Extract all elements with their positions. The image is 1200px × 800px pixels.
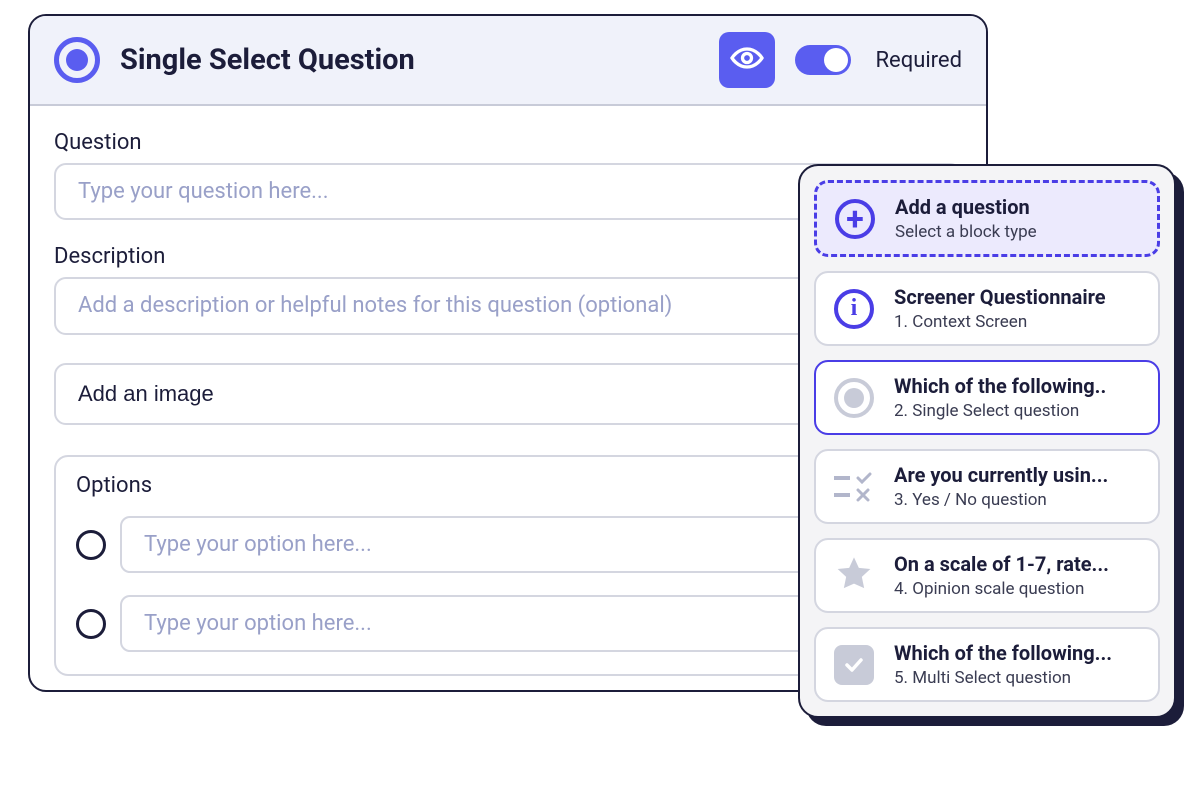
block-yes-no[interactable]: Are you currently usin... 3. Yes / No qu… bbox=[814, 449, 1160, 524]
eye-icon bbox=[729, 40, 765, 80]
radio-icon[interactable] bbox=[76, 530, 106, 560]
block-title: Which of the following.. bbox=[894, 374, 1106, 399]
block-title: Which of the following... bbox=[894, 641, 1112, 666]
block-title: Are you currently usin... bbox=[894, 463, 1108, 488]
question-label: Question bbox=[54, 130, 962, 155]
info-icon: i bbox=[834, 289, 874, 329]
preview-button[interactable] bbox=[719, 32, 775, 88]
block-sub: 4. Opinion scale question bbox=[894, 579, 1109, 599]
block-title: On a scale of 1-7, rate... bbox=[894, 552, 1109, 577]
plus-icon: + bbox=[835, 199, 875, 239]
block-title: Screener Questionnaire bbox=[894, 285, 1106, 310]
block-context-screen[interactable]: i Screener Questionnaire 1. Context Scre… bbox=[814, 271, 1160, 346]
required-toggle[interactable] bbox=[795, 45, 851, 75]
add-question-title: Add a question bbox=[895, 195, 1037, 220]
block-opinion-scale[interactable]: On a scale of 1-7, rate... 4. Opinion sc… bbox=[814, 538, 1160, 613]
radio-selected-icon bbox=[834, 378, 874, 418]
block-picker-panel: + Add a question Select a block type i S… bbox=[798, 164, 1176, 718]
single-select-icon bbox=[54, 37, 100, 83]
yes-no-icon bbox=[834, 472, 874, 502]
editor-title: Single Select Question bbox=[120, 43, 699, 77]
radio-icon[interactable] bbox=[76, 609, 106, 639]
add-question-block[interactable]: + Add a question Select a block type bbox=[814, 180, 1160, 257]
block-sub: 2. Single Select question bbox=[894, 401, 1106, 421]
star-icon bbox=[834, 554, 874, 598]
required-label: Required bbox=[875, 48, 962, 73]
block-single-select[interactable]: Which of the following.. 2. Single Selec… bbox=[814, 360, 1160, 435]
editor-header: Single Select Question Required bbox=[30, 16, 986, 106]
block-multi-select[interactable]: Which of the following... 5. Multi Selec… bbox=[814, 627, 1160, 702]
block-sub: 5. Multi Select question bbox=[894, 668, 1112, 688]
add-question-sub: Select a block type bbox=[895, 222, 1037, 242]
checkbox-icon bbox=[834, 645, 874, 685]
block-sub: 1. Context Screen bbox=[894, 312, 1106, 332]
block-sub: 3. Yes / No question bbox=[894, 490, 1108, 510]
